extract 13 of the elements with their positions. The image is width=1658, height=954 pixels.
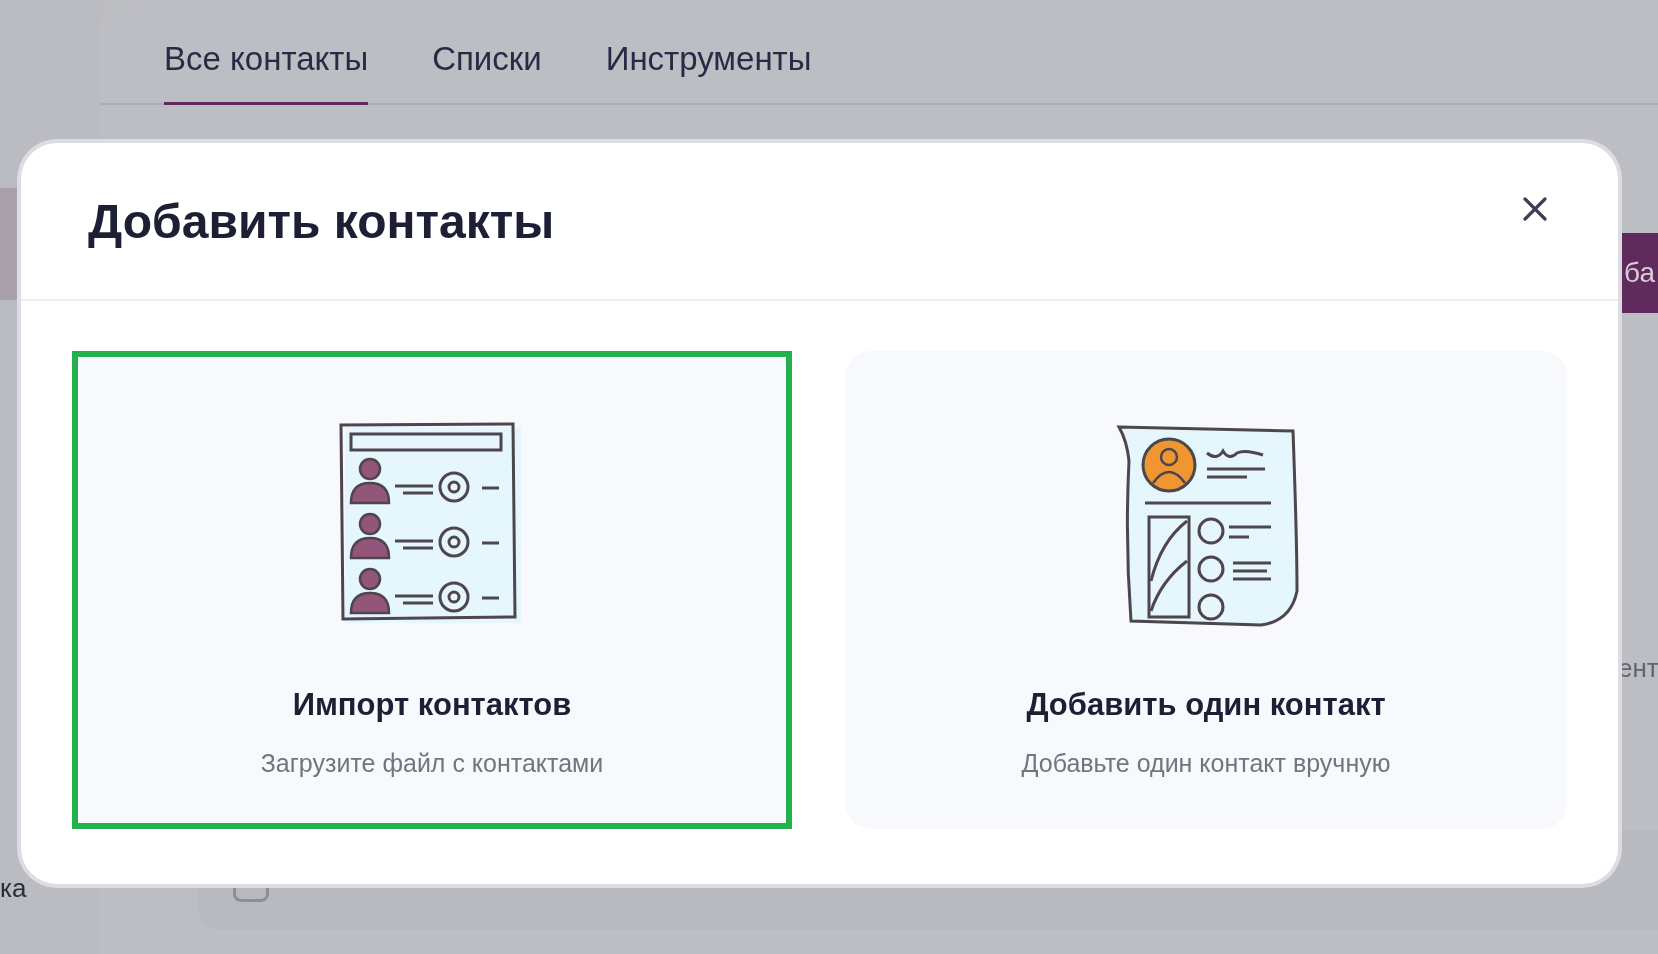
modal-title: Добавить контакты <box>88 193 555 249</box>
add-button[interactable]: ба <box>1620 233 1658 313</box>
option-description: Загрузите файл с контактами <box>260 749 604 778</box>
option-description: Добавьте один контакт вручную <box>1021 749 1391 778</box>
option-title: Импорт контактов <box>292 687 572 723</box>
close-icon[interactable] <box>1522 196 1548 222</box>
tab[interactable]: Списки <box>432 40 542 105</box>
option-title: Добавить один контакт <box>1026 687 1386 723</box>
tab[interactable]: Инструменты <box>605 40 812 105</box>
tab[interactable]: Все контакты <box>164 40 369 105</box>
sidebar-label: ка <box>0 873 28 904</box>
option-card[interactable]: Добавить один контакт Добавьте один контакт вручную <box>845 351 1567 829</box>
option-card[interactable]: Импорт контактов Загрузите файл с контактами <box>72 351 792 829</box>
